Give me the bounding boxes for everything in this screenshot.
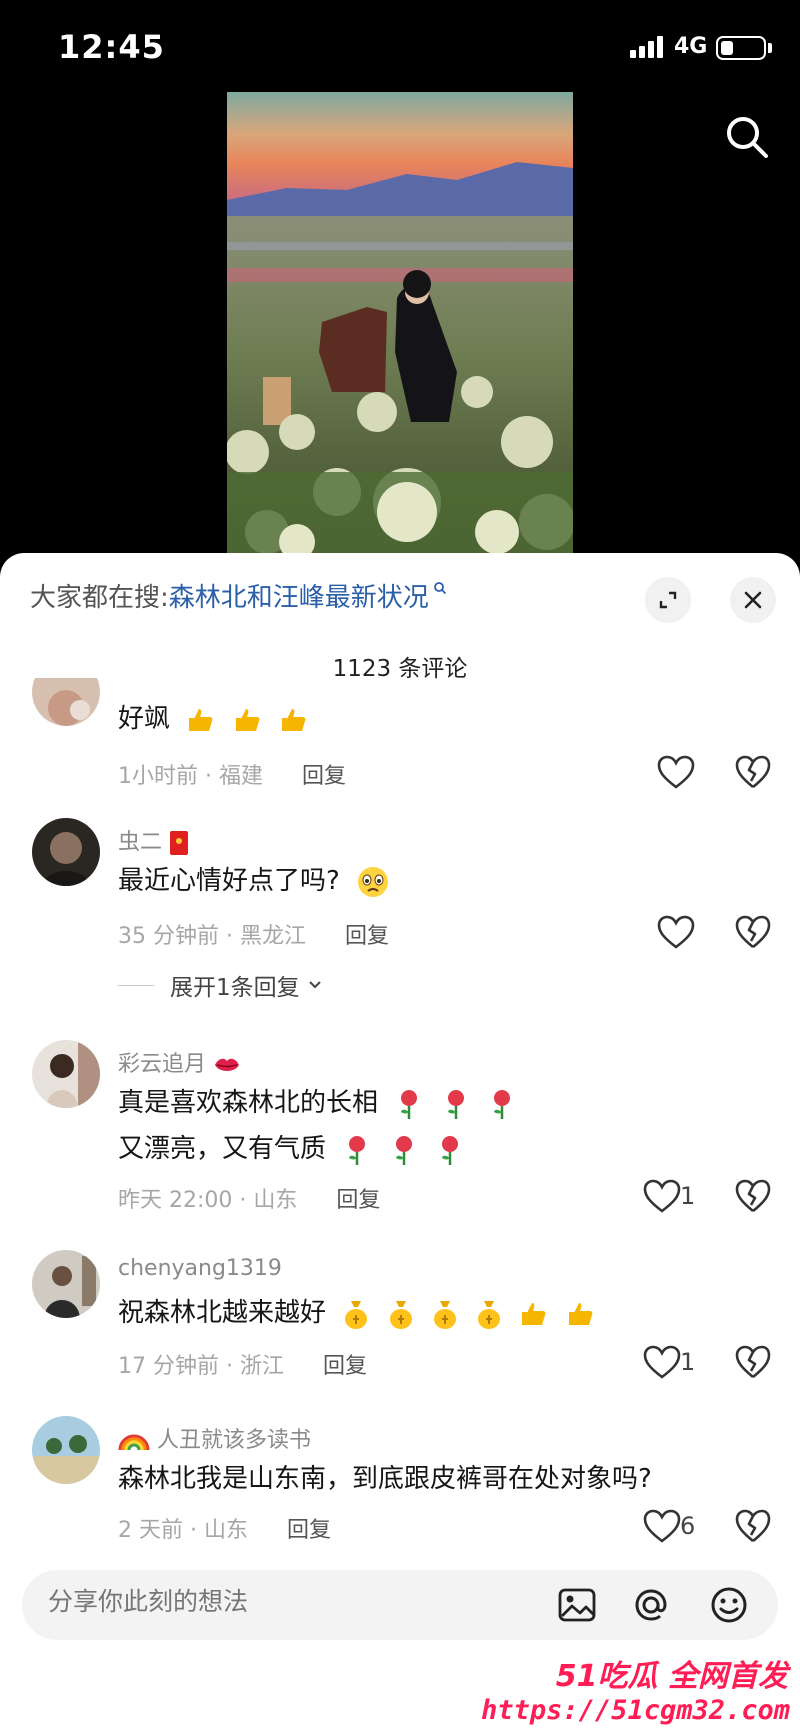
watermark: 51吃瓜 全网首发 https://51cgm32.com [481,1651,800,1731]
search-suggestion-prefix: 大家都在搜: [30,582,169,613]
reply-button[interactable]: 回复 [336,1188,380,1213]
expand-button[interactable] [645,577,691,623]
battery-level [721,41,733,55]
rose-icon [447,1089,464,1119]
dislike-broken-heart-icon[interactable] [734,754,772,790]
thumbs-up-icon [568,1302,593,1325]
comment-meta: 35 分钟前 · 黑龙江 回复 [118,924,390,949]
like-count: 6 [680,1512,696,1540]
comment-meta: 昨天 22:00 · 山东 回复 [118,1188,381,1213]
list-item: 人丑就该多读书 森林北我是山东南，到底跟皮裤哥在处对象吗? 2 天前 · 山东 … [0,1416,800,1566]
watermark-url: https://51cgm32.com [481,1695,790,1726]
comment-input[interactable] [48,1588,528,1617]
comment-text-line2: 又漂亮，又有气质 [118,1128,465,1166]
avatar[interactable] [32,1416,100,1484]
like-heart-icon[interactable] [656,914,696,950]
avatar[interactable] [32,1250,100,1318]
comment-text: 森林北我是山东南，到底跟皮裤哥在处对象吗? [118,1464,652,1494]
reply-button[interactable]: 回复 [345,924,389,949]
dislike-broken-heart-icon[interactable] [734,914,772,950]
dislike-broken-heart-icon[interactable] [734,1508,772,1544]
reply-button[interactable]: 回复 [287,1518,331,1543]
comment-meta: 1小时前 · 福建 回复 [118,764,347,789]
like-count: 1 [680,1182,696,1210]
chevron-down-icon [308,981,321,989]
thumbs-up-icon [522,1302,546,1325]
watermark-title: 51吃瓜 全网首发 [555,1659,788,1694]
like-heart-icon[interactable] [642,1508,682,1544]
comment-list[interactable]: 好飒 1小时前 · 福建 回复 虫二 最近心情好点了吗? 35 分钟前 · 黑龙… [0,678,800,1568]
thumbs-up-icon [281,708,306,731]
avatar[interactable] [32,818,100,886]
list-item: 彩云追月 真是喜欢森林北的长相 又漂亮，又有气质 昨天 22:00 · 山东 回… [0,1040,800,1213]
emoji-smile-icon[interactable] [708,1584,750,1626]
status-time: 12:45 [58,28,165,66]
money-bag-icon [345,1300,368,1329]
thumbs-up-icon [235,708,259,731]
avatar[interactable] [32,678,100,726]
dislike-broken-heart-icon[interactable] [734,1344,772,1380]
like-count: 1 [680,1348,696,1376]
comment-username[interactable]: 虫二 [118,824,189,856]
search-suggestion[interactable]: 大家都在搜: 森林北和汪峰最新状况 [30,573,447,617]
comment-sheet: 大家都在搜: 森林北和汪峰最新状况 1123 条评论 好飒 1小时前 · 福建 … [0,553,800,1731]
like-heart-icon[interactable] [656,754,696,790]
comment-text: 真是喜欢森林北的长相 [118,1082,517,1120]
video-thumbnail[interactable] [227,92,573,562]
image-icon[interactable] [556,1584,598,1626]
reply-button[interactable]: 回复 [302,764,346,789]
money-bag-icon [478,1300,501,1329]
signal-icon [630,36,663,58]
rose-icon [441,1135,458,1165]
status-bar: 12:45 4G [0,0,800,92]
reply-button[interactable]: 回复 [323,1354,367,1379]
video-player[interactable] [0,92,800,562]
expand-replies[interactable]: 展开1条回复 [118,968,324,1002]
comment-username[interactable]: 彩云追月 [118,1046,241,1078]
rose-icon [493,1089,510,1119]
battery-icon [716,36,766,60]
expand-icon [659,591,677,609]
search-mini-icon [433,582,446,595]
comment-text: 好飒 [118,698,309,735]
dislike-broken-heart-icon[interactable] [734,1178,772,1214]
money-bag-icon [433,1300,456,1329]
comment-input-bar[interactable] [22,1570,778,1640]
like-heart-icon[interactable] [642,1344,682,1380]
battery-tip [768,43,772,53]
like-heart-icon[interactable] [642,1178,682,1214]
search-icon[interactable] [722,112,772,162]
crying-face-icon [358,866,389,897]
rose-icon [395,1135,412,1165]
expand-line [118,984,154,986]
red-envelope-icon [170,831,189,855]
rainbow-icon [118,1434,150,1451]
money-bag-icon [389,1300,412,1329]
avatar[interactable] [32,1040,100,1108]
comment-meta: 2 天前 · 山东 回复 [118,1518,332,1543]
list-item: 好飒 1小时前 · 福建 回复 [0,678,800,798]
rose-icon [401,1089,418,1119]
rose-icon [349,1135,366,1165]
comment-meta: 17 分钟前 · 浙江 回复 [118,1354,368,1379]
close-button[interactable] [730,577,776,623]
thumbs-up-icon [189,708,213,731]
network-type: 4G [674,34,708,59]
comment-text: 祝森林北越来越好 [118,1292,596,1330]
comment-text: 最近心情好点了吗? [118,860,390,899]
lips-icon [215,1058,240,1071]
at-mention-icon[interactable] [630,1584,672,1626]
comment-username[interactable]: chenyang1319 [118,1256,282,1281]
list-item: 虫二 最近心情好点了吗? 35 分钟前 · 黑龙江 回复 展开1条回复 [0,818,800,1018]
search-suggestion-query[interactable]: 森林北和汪峰最新状况 [169,577,429,614]
list-item: chenyang1319 祝森林北越来越好 17 分钟前 · 浙江 回复 1 [0,1250,800,1400]
comment-username[interactable]: 人丑就该多读书 [118,1422,311,1454]
close-icon [744,591,762,609]
